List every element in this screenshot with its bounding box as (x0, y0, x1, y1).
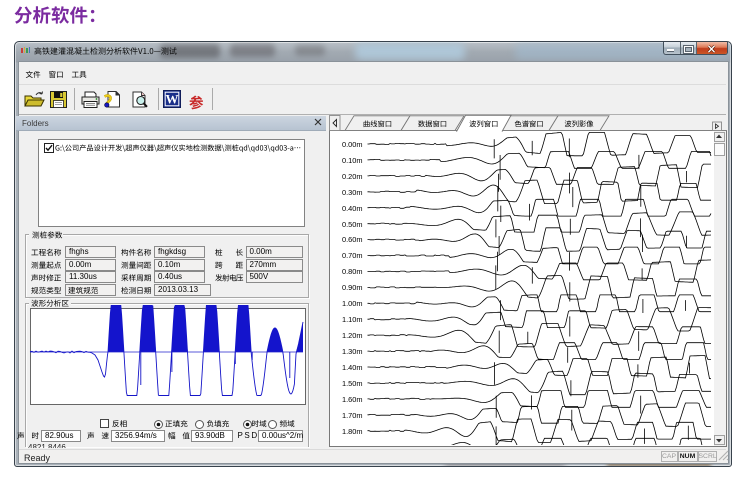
svg-text:W: W (166, 92, 179, 107)
